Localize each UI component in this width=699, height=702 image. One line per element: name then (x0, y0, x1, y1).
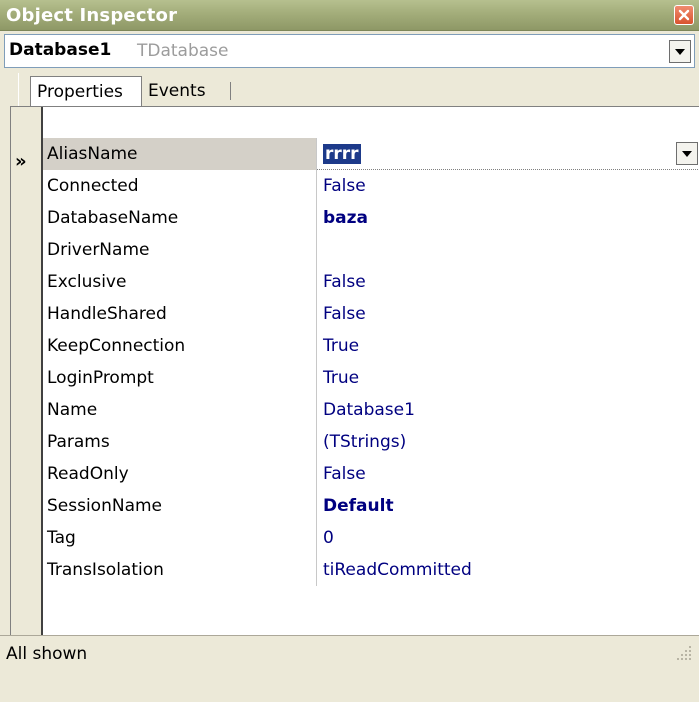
property-row[interactable]: ReadOnly False (43, 458, 699, 490)
property-name[interactable]: ReadOnly (43, 458, 317, 490)
property-value[interactable]: baza (317, 202, 699, 234)
title-bar[interactable]: Object Inspector (0, 0, 699, 31)
property-name[interactable]: Connected (43, 170, 317, 202)
component-type: TDatabase (137, 41, 229, 61)
property-value[interactable] (317, 234, 699, 266)
chevron-down-icon (675, 48, 685, 55)
property-value[interactable]: True (317, 330, 699, 362)
property-value[interactable]: True (317, 362, 699, 394)
property-name[interactable]: KeepConnection (43, 330, 317, 362)
component-dropdown-button[interactable] (669, 40, 691, 63)
property-name[interactable]: DatabaseName (43, 202, 317, 234)
property-value[interactable]: 0 (317, 522, 699, 554)
property-row[interactable]: KeepConnection True (43, 330, 699, 362)
property-value: rrrr (323, 144, 361, 164)
property-name[interactable]: LoginPrompt (43, 362, 317, 394)
property-value[interactable]: tiReadCommitted (317, 554, 699, 586)
tab-separator (230, 82, 231, 100)
property-value[interactable]: False (317, 266, 699, 298)
property-row[interactable]: Name Database1 (43, 394, 699, 426)
chevron-down-icon (682, 150, 692, 157)
value-dropdown-button[interactable] (676, 142, 698, 165)
property-row[interactable]: Params (TStrings) (43, 426, 699, 458)
property-value[interactable]: (TStrings) (317, 426, 699, 458)
tab-strip-edge (18, 73, 19, 106)
property-value[interactable]: Default (317, 490, 699, 522)
property-name[interactable]: HandleShared (43, 298, 317, 330)
property-row[interactable]: AliasName rrrr (43, 138, 699, 170)
property-row[interactable]: SessionName Default (43, 490, 699, 522)
property-row[interactable]: Tag 0 (43, 522, 699, 554)
row-pointer-icon: » (15, 151, 27, 172)
component-name: Database1 (9, 40, 112, 60)
property-name[interactable]: TransIsolation (43, 554, 317, 586)
property-grid: » AliasName rrrr Connected False DatabaseNam… (10, 106, 699, 635)
property-name[interactable]: Params (43, 426, 317, 458)
property-value-editor[interactable]: rrrr (317, 138, 699, 170)
status-bar: All shown (0, 635, 699, 702)
window-title: Object Inspector (6, 5, 178, 26)
tab-events[interactable]: Events (146, 76, 246, 106)
property-value[interactable]: False (317, 170, 699, 202)
property-row[interactable]: Exclusive False (43, 266, 699, 298)
grid-gutter: » (11, 107, 43, 635)
property-row[interactable]: HandleShared False (43, 298, 699, 330)
property-value[interactable]: False (317, 458, 699, 490)
property-row[interactable]: DriverName (43, 234, 699, 266)
property-row[interactable]: TransIsolation tiReadCommitted (43, 554, 699, 586)
close-icon (678, 9, 690, 21)
resize-grip-icon[interactable] (673, 642, 693, 662)
property-name[interactable]: Name (43, 394, 317, 426)
property-name[interactable]: DriverName (43, 234, 317, 266)
close-button[interactable] (674, 5, 694, 25)
property-row[interactable]: Connected False (43, 170, 699, 202)
property-name[interactable]: SessionName (43, 490, 317, 522)
tab-properties[interactable]: Properties (30, 76, 142, 106)
status-text: All shown (6, 644, 88, 664)
property-name[interactable]: Tag (43, 522, 317, 554)
property-name[interactable]: AliasName (43, 138, 317, 170)
property-value[interactable]: Database1 (317, 394, 699, 426)
property-row[interactable]: DatabaseName baza (43, 202, 699, 234)
property-value[interactable]: False (317, 298, 699, 330)
component-selector[interactable]: Database1 TDatabase (4, 34, 695, 68)
property-row[interactable]: LoginPrompt True (43, 362, 699, 394)
property-name[interactable]: Exclusive (43, 266, 317, 298)
object-inspector-window: Object Inspector Database1 TDatabase Pro… (0, 0, 699, 702)
